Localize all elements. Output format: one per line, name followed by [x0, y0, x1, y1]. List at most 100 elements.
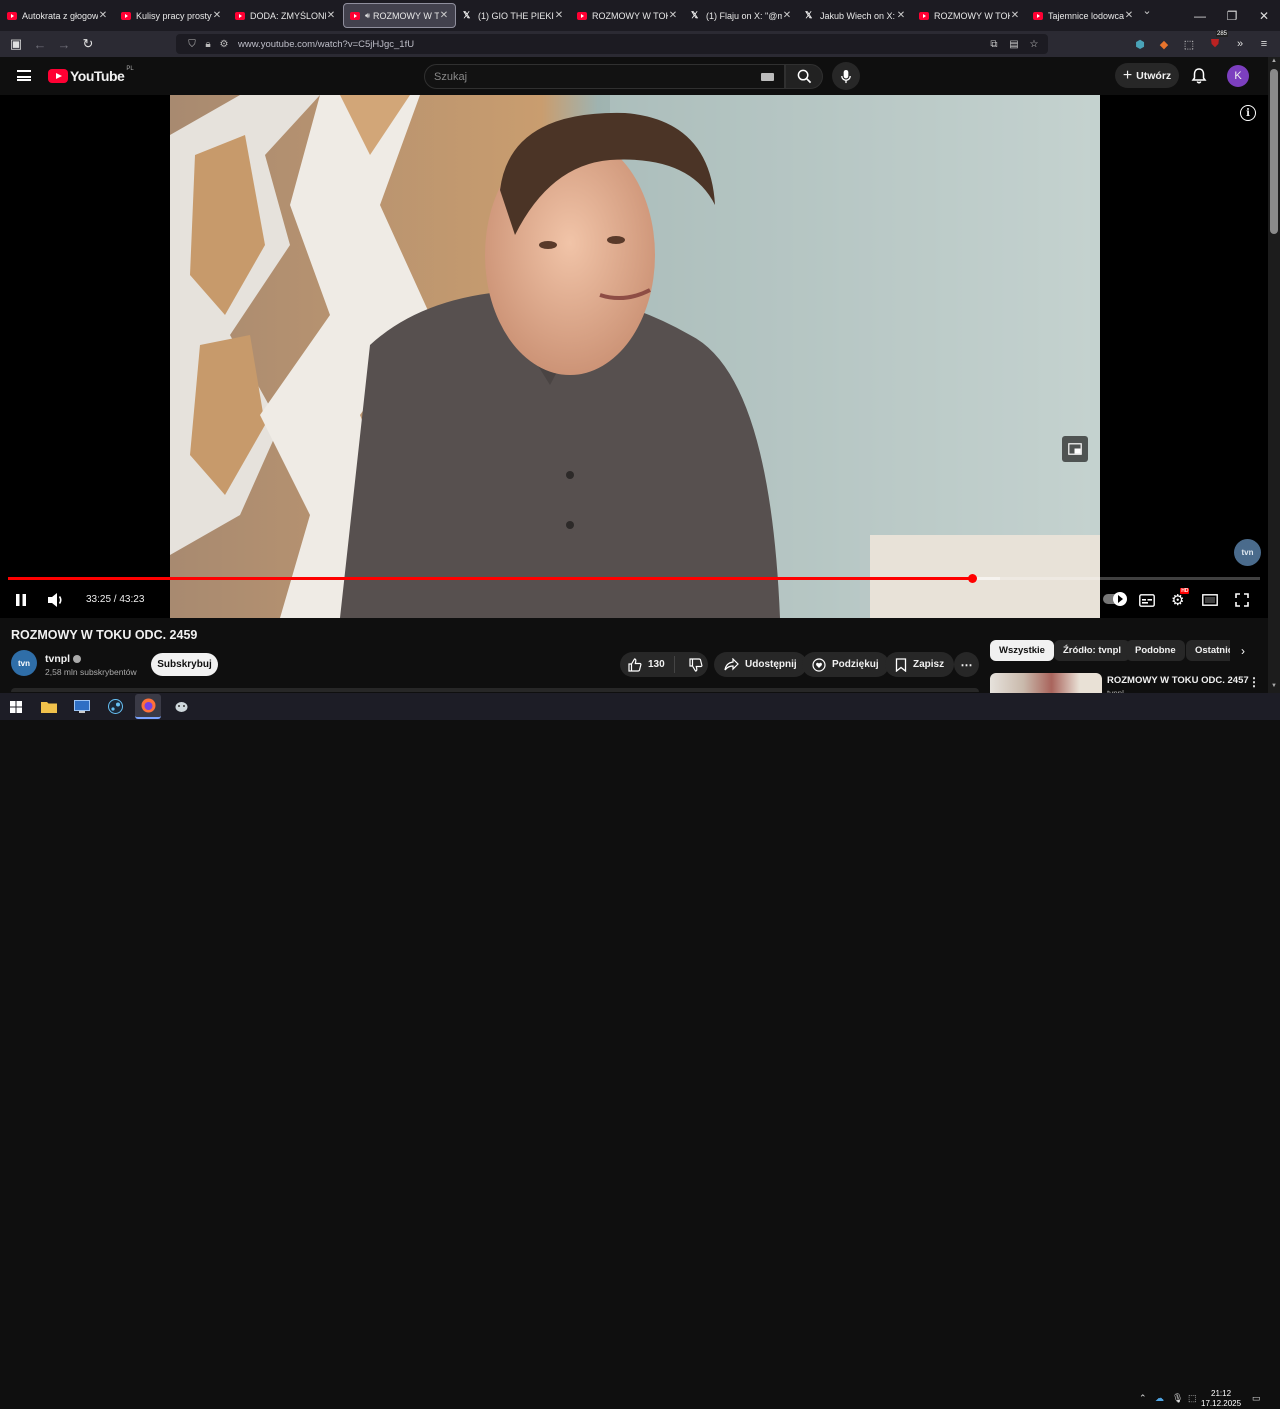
chip-similar[interactable]: Podobne [1126, 640, 1185, 661]
close-tab-icon[interactable]: ✕ [554, 10, 564, 21]
firefox-taskbar-icon[interactable] [135, 694, 161, 719]
fox-extension-icon[interactable]: ◆ [1155, 35, 1173, 53]
permissions-icon[interactable]: ⚙ [216, 39, 232, 50]
file-explorer-icon[interactable] [36, 694, 62, 719]
browser-tab[interactable]: 𝕏 Jakub Wiech on X: "Z✕ [799, 3, 912, 28]
close-tab-icon[interactable]: ✕ [1124, 10, 1134, 21]
close-tab-icon[interactable]: ✕ [439, 10, 449, 21]
restore-button[interactable]: ❐ [1216, 0, 1248, 31]
related-video-title[interactable]: ROZMOWY W TOKU ODC. 2457 [1107, 675, 1249, 686]
settings-button[interactable]: ⚙ HD [1171, 588, 1190, 609]
url-text[interactable]: www.youtube.com/watch?v=C5jHJgc_1fU [238, 39, 414, 50]
start-windows-icon[interactable] [3, 694, 29, 719]
channel-name[interactable]: tvnpl [45, 653, 70, 665]
picture-in-picture-icon[interactable]: ⧉ [986, 36, 1002, 52]
related-more-icon[interactable]: ⋮ [1248, 675, 1260, 689]
reader-view-icon[interactable]: ▤ [1006, 36, 1022, 52]
remote-desktop-icon[interactable] [69, 694, 95, 719]
close-tab-icon[interactable]: ✕ [782, 10, 792, 21]
extensions-puzzle-icon[interactable]: ⬚ [1180, 35, 1198, 53]
scrollbar-thumb[interactable] [1270, 69, 1278, 234]
channel-avatar[interactable]: tvn [11, 650, 37, 676]
page-scrollbar[interactable]: ▲ ▼ [1268, 57, 1280, 693]
browser-tab[interactable]: Autokrata z głogowsk✕ [1, 3, 114, 28]
close-tab-icon[interactable]: ✕ [668, 10, 678, 21]
tray-overflow-chevron-icon[interactable]: ⌃ [1139, 1393, 1147, 1404]
shield-icon[interactable]: ⛉ [184, 39, 200, 50]
lock-icon[interactable]: 🔒︎ [200, 39, 216, 50]
share-button[interactable]: Udostępnij [714, 652, 807, 677]
close-tab-icon[interactable]: ✕ [212, 10, 222, 21]
app-menu-icon[interactable]: ≡ [1255, 35, 1273, 53]
scroll-down-arrow-icon[interactable]: ▼ [1269, 683, 1279, 689]
taskbar-clock[interactable]: 21:12 17.12.2025 [1201, 1389, 1241, 1409]
browser-tab[interactable]: Tajemnice lodowca - ✕ [1027, 3, 1140, 28]
description-box[interactable] [11, 688, 979, 692]
guide-menu-icon[interactable] [17, 70, 31, 81]
subscribe-button[interactable]: Subskrybuj [151, 653, 218, 676]
video-frame[interactable] [170, 95, 1100, 618]
save-button[interactable]: Zapisz [885, 652, 955, 677]
thanks-button[interactable]: Podziękuj [802, 652, 889, 677]
vpn-extension-icon[interactable]: ⬢ [1131, 35, 1149, 53]
browser-tab[interactable]: 𝕏 (1) Flaju on X: "@mar✕ [685, 3, 798, 28]
close-window-button[interactable]: ✕ [1248, 0, 1280, 31]
volume-button[interactable] [47, 591, 65, 609]
progress-bar[interactable] [8, 574, 1260, 583]
subtitles-button[interactable] [1139, 591, 1155, 609]
scroll-up-arrow-icon[interactable]: ▲ [1269, 58, 1279, 64]
browser-tab[interactable]: 𝕏 (1) GIO THE PIEKIELNY✕ [457, 3, 570, 28]
chip-source[interactable]: Źródło: tvnpl [1054, 640, 1131, 661]
autoplay-toggle[interactable] [1103, 592, 1127, 606]
channel-name-link[interactable]: tvnpl [45, 653, 82, 665]
notifications-icon[interactable]: ▭ [1252, 1393, 1261, 1404]
search-input[interactable]: Szukaj [424, 64, 785, 89]
minimize-button[interactable]: — [1184, 0, 1216, 31]
dislike-button[interactable] [681, 657, 711, 672]
overflow-chevron-icon[interactable]: » [1231, 35, 1249, 53]
notifications-bell-icon[interactable] [1189, 66, 1209, 86]
network-icon[interactable]: ⬚ [1188, 1393, 1197, 1404]
back-button[interactable]: ← [28, 32, 52, 56]
miniplayer-icon[interactable] [1062, 436, 1088, 462]
info-icon[interactable]: i [1240, 105, 1256, 121]
browser-tab[interactable]: ROZMOWY W TOKU✕ [571, 3, 684, 28]
browser-tab[interactable]: ROZMOWY W TOKU✕ [913, 3, 1026, 28]
account-avatar[interactable]: K [1227, 65, 1249, 87]
create-button[interactable]: + Utwórz [1115, 63, 1179, 88]
search-button[interactable] [785, 64, 823, 89]
scrubber-handle[interactable] [968, 574, 978, 583]
close-tab-icon[interactable]: ✕ [896, 10, 906, 21]
list-all-tabs-button[interactable]: ⌄ [1134, 4, 1160, 17]
ublock-extension-icon[interactable]: ⛊ 285 [1206, 31, 1228, 53]
close-tab-icon[interactable]: ✕ [1010, 10, 1020, 21]
app-taskbar-icon[interactable] [168, 694, 194, 719]
browser-tab[interactable]: DODA: ZMYŚLONE ZW✕ [229, 3, 342, 28]
tab-audio-icon[interactable]: 🔊︎ [365, 11, 370, 21]
voice-search-button[interactable] [832, 62, 860, 90]
onedrive-cloud-icon[interactable]: ☁ [1155, 1393, 1164, 1404]
pause-button[interactable] [14, 591, 28, 609]
related-video-thumbnail[interactable] [990, 673, 1102, 693]
chip-all[interactable]: Wszystkie [990, 640, 1054, 661]
close-tab-icon[interactable]: ✕ [326, 10, 336, 21]
like-button[interactable]: 130 [620, 656, 675, 673]
video-player[interactable]: i tvn 33:25 / 43:23 ⚙ HD [0, 95, 1268, 618]
sidebar-toggle-icon[interactable]: ▣ [4, 32, 28, 56]
chevron-right-icon[interactable]: › [1233, 641, 1253, 661]
address-bar[interactable]: ⛉ 🔒︎ ⚙ www.youtube.com/watch?v=C5jHJgc_1… [176, 34, 1048, 54]
fullscreen-button[interactable] [1235, 591, 1249, 609]
channel-watermark[interactable]: tvn [1234, 539, 1261, 566]
browser-tab[interactable]: Kulisy pracy prostytu ✕ [115, 3, 228, 28]
more-actions-button[interactable]: ⋯ [954, 652, 979, 677]
bookmark-star-icon[interactable]: ☆ [1026, 36, 1042, 52]
keyboard-icon[interactable] [761, 73, 774, 81]
chip-recent[interactable]: Ostatnio [1186, 640, 1230, 661]
youtube-logo[interactable]: YouTube PL [48, 66, 134, 84]
close-tab-icon[interactable]: ✕ [98, 10, 108, 21]
browser-tab[interactable]: 🔊︎ROZMOWY W TO✕ [343, 3, 456, 28]
theater-mode-button[interactable] [1202, 591, 1218, 609]
reload-button[interactable]: ↻ [76, 32, 100, 56]
microphone-tray-icon[interactable]: 🎙︎ [1172, 1393, 1183, 1404]
steam-icon[interactable] [102, 694, 128, 719]
